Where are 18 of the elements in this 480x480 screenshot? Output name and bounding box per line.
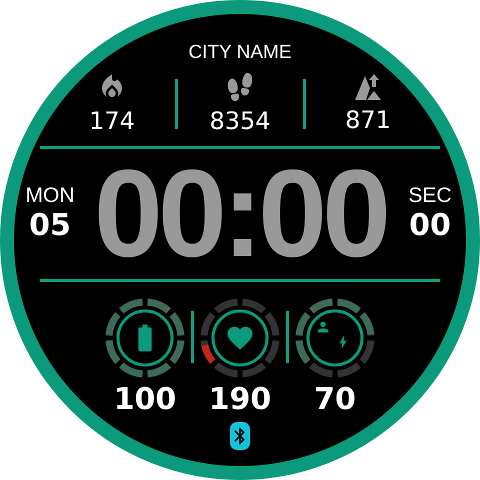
weekday: MON bbox=[26, 184, 74, 208]
mountain-arrow-icon bbox=[353, 73, 383, 101]
seconds-value: 00 bbox=[409, 208, 451, 244]
gauge-ring bbox=[212, 310, 268, 366]
day-number: 05 bbox=[29, 208, 71, 244]
gauge-value: 70 bbox=[314, 382, 356, 418]
time-display: 00:00 bbox=[92, 157, 388, 271]
gauge-value: 190 bbox=[208, 382, 272, 418]
person-bolt-icon bbox=[318, 322, 346, 348]
seconds-label: SEC bbox=[408, 184, 452, 208]
gauge-value: 100 bbox=[114, 382, 176, 418]
footprints-icon bbox=[225, 72, 255, 102]
stat-value: 871 bbox=[345, 105, 391, 135]
gauge-ring bbox=[306, 310, 364, 366]
gauge-ring bbox=[116, 310, 174, 366]
stat-value: 174 bbox=[89, 106, 135, 136]
stat-value: 8354 bbox=[209, 106, 271, 136]
city-name: CITY NAME bbox=[188, 42, 292, 64]
